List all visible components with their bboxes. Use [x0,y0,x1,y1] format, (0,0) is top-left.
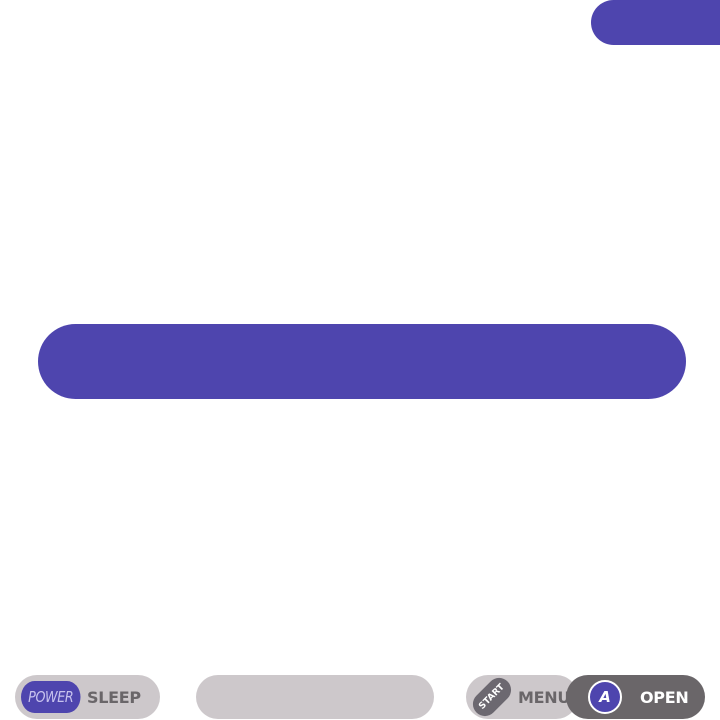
menu-label: MENU [518,687,571,707]
open-label: OPEN [640,687,689,707]
sleep-label: SLEEP [87,687,141,707]
power-hint[interactable]: POWER SLEEP [15,675,160,719]
power-button-icon: POWER [21,681,81,713]
start-button-icon: START [467,672,517,720]
open-hint[interactable]: A OPEN [566,675,705,719]
selected-list-item[interactable] [38,324,686,399]
a-button-icon: A [588,680,622,714]
launcher-screen: POWER SLEEP START MENU A OPEN [0,0,720,720]
menu-hint[interactable]: START MENU [466,672,578,720]
hint-pill-empty [196,675,434,719]
status-pill [591,0,720,45]
